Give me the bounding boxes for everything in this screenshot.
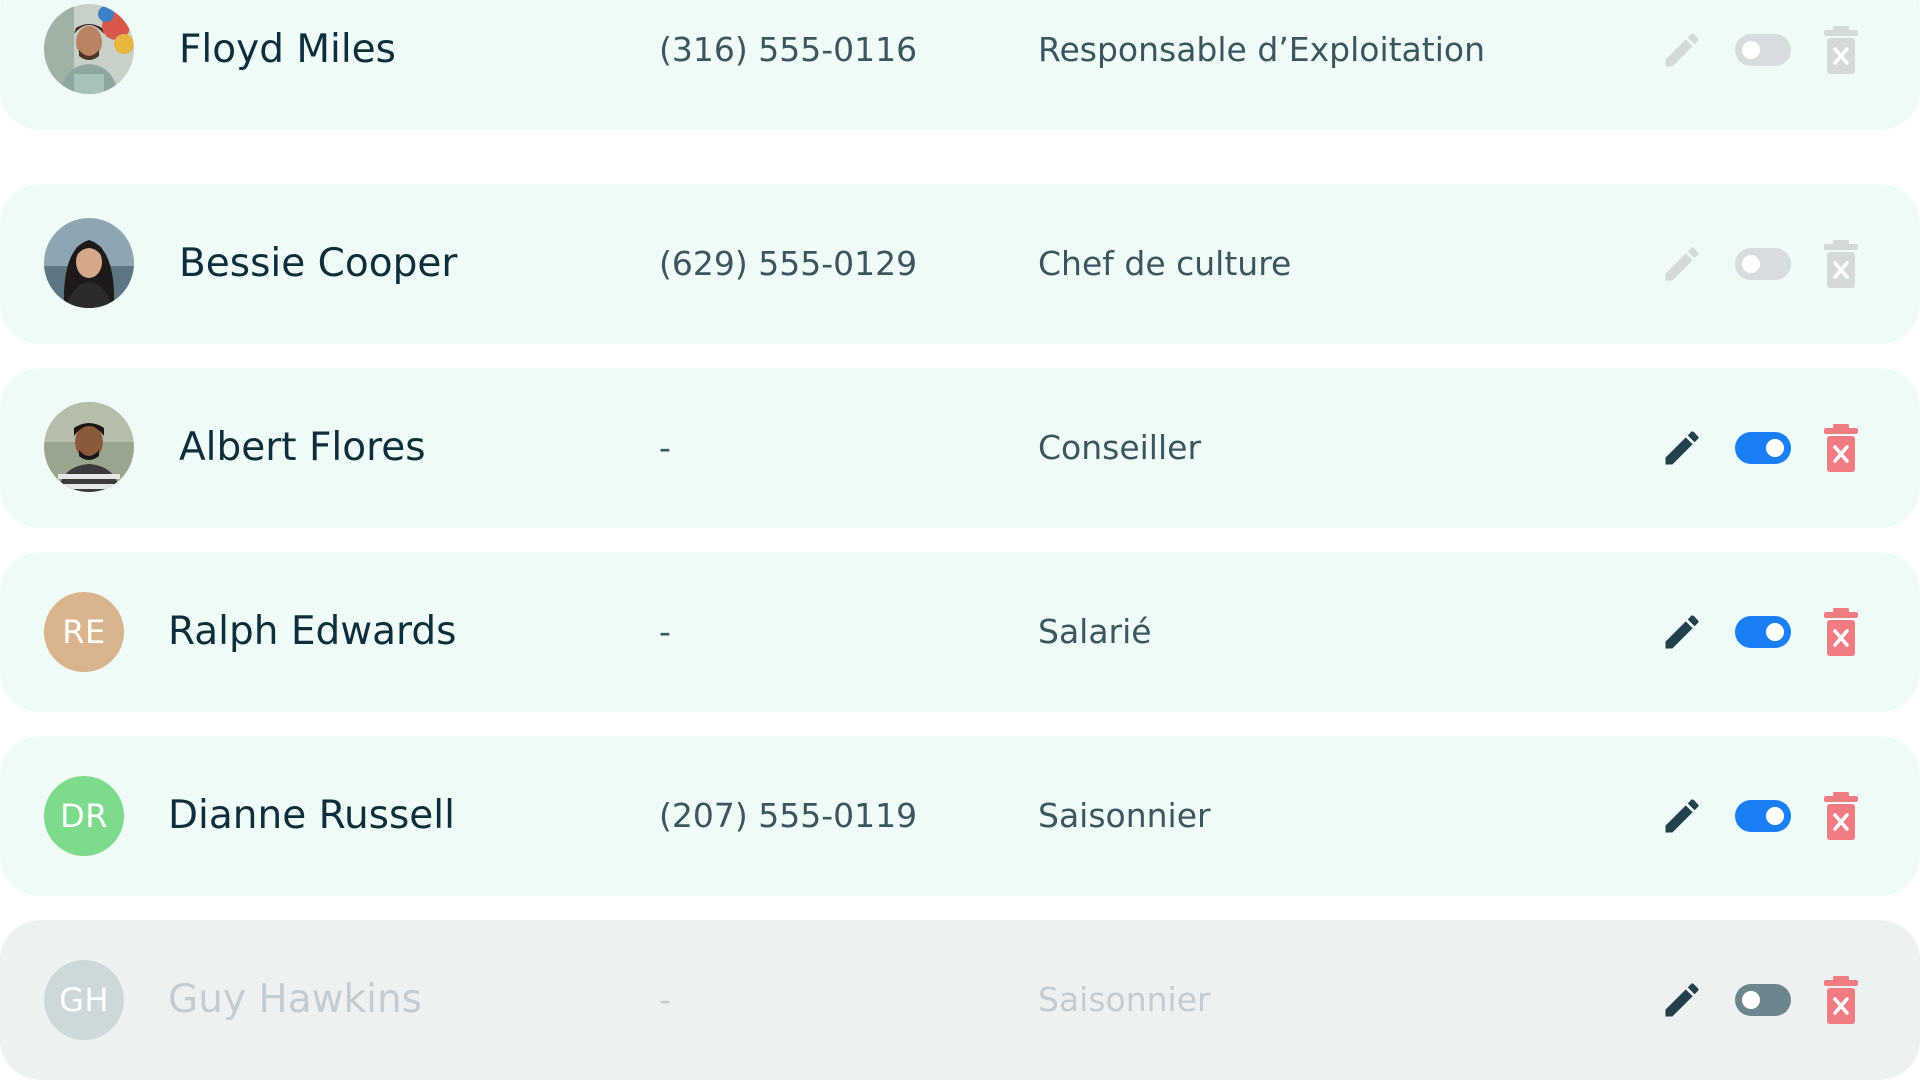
toggle-knob: [1766, 439, 1784, 457]
member-row: Albert Flores - Conseiller: [0, 368, 1920, 528]
member-phone: (629) 555-0129: [659, 244, 918, 283]
initials-avatar: DR: [44, 776, 124, 856]
avatar: [44, 402, 134, 492]
member-name: Dianne Russell: [168, 793, 455, 838]
team-member-list: Floyd Miles (316) 555-0116 Responsable d…: [0, 0, 1920, 1080]
edit-icon[interactable]: [1660, 28, 1704, 72]
member-phone: -: [659, 428, 671, 467]
member-role: Salarié: [1038, 612, 1152, 651]
member-name: Ralph Edwards: [168, 609, 457, 654]
trash-icon[interactable]: [1822, 26, 1860, 74]
member-role: Saisonnier: [1038, 796, 1211, 835]
member-role: Conseiller: [1038, 428, 1202, 467]
member-row: RE Ralph Edwards - Salarié: [0, 552, 1920, 712]
member-phone: -: [659, 612, 671, 651]
person-photo-icon: [44, 402, 134, 492]
initials-avatar: GH: [44, 960, 124, 1040]
toggle-knob: [1742, 41, 1760, 59]
toggle-knob: [1766, 623, 1784, 641]
member-phone: (207) 555-0119: [659, 796, 918, 835]
member-name: Albert Flores: [179, 425, 426, 470]
edit-icon[interactable]: [1660, 242, 1704, 286]
toggle-knob: [1742, 991, 1760, 1009]
trash-icon[interactable]: [1822, 240, 1860, 288]
member-row-disabled: GH Guy Hawkins - Saisonnier: [0, 920, 1920, 1080]
active-toggle[interactable]: [1735, 248, 1791, 280]
member-row: Bessie Cooper (629) 555-0129 Chef de cul…: [0, 184, 1920, 344]
avatar: [44, 218, 134, 308]
member-phone: (316) 555-0116: [659, 30, 918, 69]
trash-icon[interactable]: [1822, 976, 1860, 1024]
edit-icon[interactable]: [1660, 610, 1704, 654]
active-toggle[interactable]: [1735, 616, 1791, 648]
active-toggle[interactable]: [1735, 34, 1791, 66]
member-name: Guy Hawkins: [168, 977, 422, 1022]
member-phone: -: [659, 980, 671, 1019]
trash-icon[interactable]: [1822, 792, 1860, 840]
member-row: DR Dianne Russell (207) 555-0119 Saisonn…: [0, 736, 1920, 896]
edit-icon[interactable]: [1660, 978, 1704, 1022]
edit-icon[interactable]: [1660, 794, 1704, 838]
person-photo-icon: [44, 4, 134, 94]
initials-avatar: RE: [44, 592, 124, 672]
member-row: Floyd Miles (316) 555-0116 Responsable d…: [0, 0, 1920, 130]
member-role: Chef de culture: [1038, 244, 1292, 283]
member-name: Bessie Cooper: [179, 241, 458, 286]
toggle-knob: [1766, 807, 1784, 825]
member-role: Saisonnier: [1038, 980, 1211, 1019]
trash-icon[interactable]: [1822, 424, 1860, 472]
member-name: Floyd Miles: [179, 27, 396, 72]
active-toggle[interactable]: [1735, 432, 1791, 464]
edit-icon[interactable]: [1660, 426, 1704, 470]
trash-icon[interactable]: [1822, 608, 1860, 656]
toggle-knob: [1742, 255, 1760, 273]
person-photo-icon: [44, 218, 134, 308]
member-role: Responsable d’Exploitation: [1038, 30, 1485, 69]
active-toggle[interactable]: [1735, 800, 1791, 832]
avatar: [44, 4, 134, 94]
active-toggle[interactable]: [1735, 984, 1791, 1016]
